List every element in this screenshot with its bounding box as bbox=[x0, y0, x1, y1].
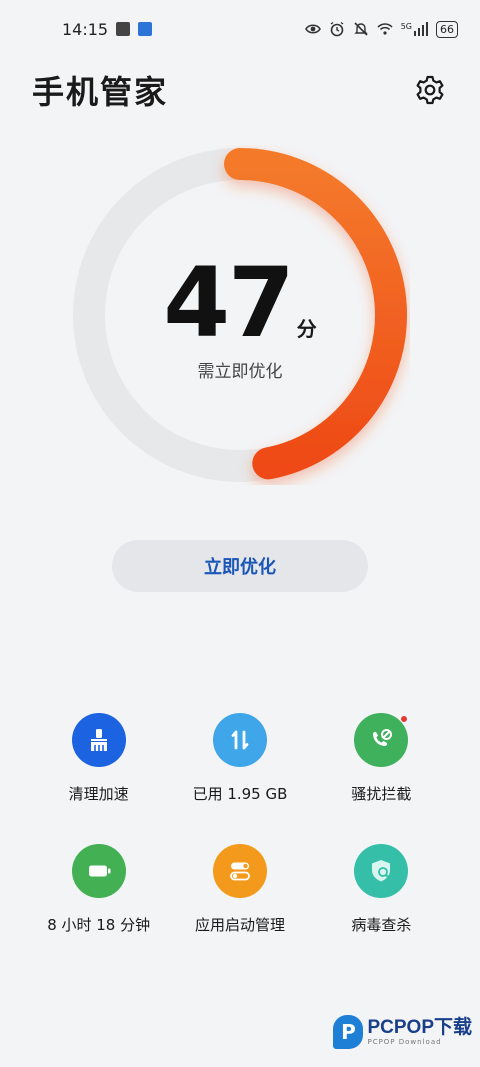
optimize-now-button[interactable]: 立即优化 bbox=[112, 540, 368, 592]
tool-label: 已用 1.95 GB bbox=[192, 785, 288, 803]
alarm-icon bbox=[330, 21, 344, 37]
mute-icon bbox=[354, 22, 368, 36]
tool-memory-usage[interactable]: 已用 1.95 GB bbox=[169, 713, 310, 804]
score-value: 47 bbox=[163, 247, 295, 359]
tool-label: 应用启动管理 bbox=[194, 916, 285, 934]
tools-grid: 清理加速 已用 1.95 GB 骚扰拦截 8 小时 18 分钟 应用启动管理 病… bbox=[28, 713, 452, 935]
tool-icon-circle bbox=[71, 713, 126, 767]
tool-icon-circle bbox=[354, 713, 409, 767]
score-unit: 分 bbox=[296, 317, 317, 341]
notification-badge bbox=[400, 715, 409, 723]
swap-arrows-icon bbox=[231, 730, 249, 750]
notification-icon bbox=[116, 22, 131, 36]
score-gauge: 47 分 需立即优化 bbox=[70, 145, 410, 485]
blocked-call-icon bbox=[373, 729, 393, 746]
status-bar: 14:15 5G 66 bbox=[0, 0, 480, 58]
watermark-brand: PCPOP下载 bbox=[367, 1017, 472, 1038]
tool-label: 清理加速 bbox=[68, 785, 129, 803]
pcpop-logo-icon: P bbox=[333, 1015, 364, 1049]
status-right: 5G 66 bbox=[304, 20, 458, 38]
watermark: P PCPOP下载 PCPOP Download bbox=[333, 1015, 472, 1049]
broom-icon bbox=[90, 729, 107, 751]
tool-icon-circle bbox=[212, 713, 267, 767]
notification-app-icon bbox=[138, 22, 153, 36]
tool-icon-circle bbox=[212, 844, 267, 898]
status-time: 14:15 bbox=[62, 19, 109, 39]
score-display: 47 分 需立即优化 bbox=[70, 255, 410, 382]
signal-icon: 5G bbox=[401, 22, 428, 36]
settings-button[interactable] bbox=[412, 72, 448, 108]
tool-label: 骚扰拦截 bbox=[351, 785, 412, 803]
gear-icon bbox=[416, 75, 444, 105]
watermark-text: PCPOP下载 PCPOP Download bbox=[367, 1018, 472, 1046]
eye-icon bbox=[304, 24, 321, 34]
network-type: 5G bbox=[400, 22, 412, 31]
tool-icon-circle bbox=[354, 844, 409, 898]
shield-search-icon bbox=[372, 860, 391, 882]
status-left: 14:15 bbox=[62, 19, 153, 39]
tool-battery[interactable]: 8 小时 18 分钟 bbox=[28, 844, 169, 935]
tool-virus-scan[interactable]: 病毒查杀 bbox=[311, 844, 452, 935]
tool-icon-circle bbox=[71, 844, 126, 898]
page-title: 手机管家 bbox=[32, 73, 169, 111]
watermark-sub: PCPOP Download bbox=[367, 1038, 442, 1046]
toggles-icon bbox=[230, 862, 250, 881]
tool-label: 8 小时 18 分钟 bbox=[47, 916, 151, 934]
wifi-icon bbox=[377, 23, 393, 35]
battery-level: 66 bbox=[440, 22, 454, 36]
tool-label: 病毒查杀 bbox=[351, 916, 412, 934]
battery-icon bbox=[88, 865, 111, 877]
header: 手机管家 bbox=[0, 60, 480, 120]
tool-harassment-block[interactable]: 骚扰拦截 bbox=[311, 713, 452, 804]
battery-icon: 66 bbox=[436, 20, 458, 38]
tool-clean-accelerate[interactable]: 清理加速 bbox=[28, 713, 169, 804]
tool-app-launch-management[interactable]: 应用启动管理 bbox=[169, 844, 310, 935]
score-subtitle: 需立即优化 bbox=[197, 362, 283, 382]
